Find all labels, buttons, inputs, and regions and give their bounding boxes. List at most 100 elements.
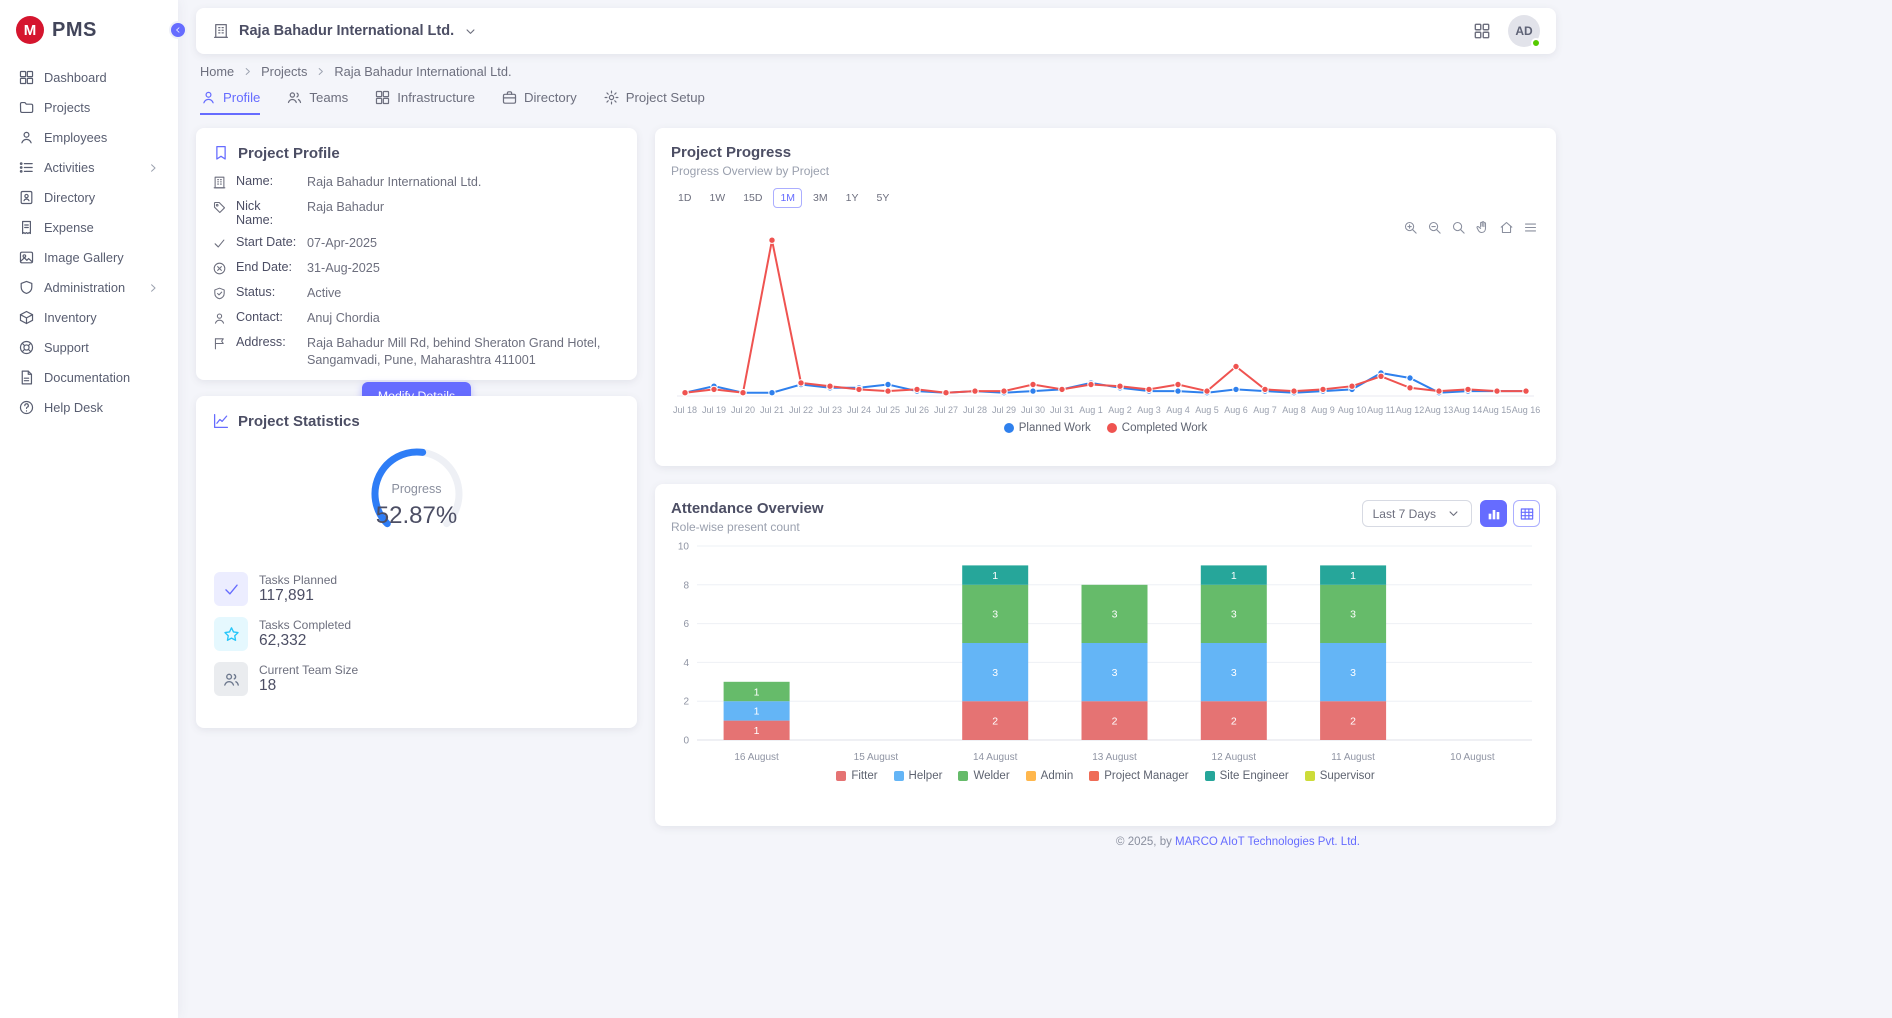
sidebar-item-directory[interactable]: Directory	[10, 184, 168, 211]
range-selector: 1D1W15D1M3M1Y5Y	[671, 188, 1540, 208]
range-button-3m[interactable]: 3M	[806, 188, 835, 208]
sidebar-item-image-gallery[interactable]: Image Gallery	[10, 244, 168, 271]
legend-item-planned-work[interactable]: Planned Work	[1004, 422, 1091, 434]
stat-value: 62,332	[259, 632, 351, 650]
legend-item-site-engineer[interactable]: Site Engineer	[1205, 770, 1289, 782]
sidebar-item-support[interactable]: Support	[10, 334, 168, 361]
zoom-out-icon[interactable]	[1427, 220, 1442, 235]
user-icon	[200, 89, 217, 106]
legend-item-admin[interactable]: Admin	[1026, 770, 1074, 782]
menu-icon[interactable]	[1523, 220, 1538, 235]
svg-text:3: 3	[992, 667, 998, 679]
stat-label: Current Team Size	[259, 663, 358, 677]
tab-directory[interactable]: Directory	[501, 89, 577, 115]
page-grid: Project Profile Name:Raja Bahadur Intern…	[196, 128, 1892, 848]
svg-text:8: 8	[683, 580, 689, 591]
building-icon	[212, 175, 227, 190]
card-header: Project Statistics	[212, 412, 621, 430]
sidebar-item-employees[interactable]: Employees	[10, 124, 168, 151]
range-button-1y[interactable]: 1Y	[839, 188, 866, 208]
stat-current-team-size: Current Team Size18	[214, 662, 619, 696]
tab-label: Teams	[309, 90, 348, 105]
legend-item-supervisor[interactable]: Supervisor	[1305, 770, 1375, 782]
app-logo[interactable]: M PMS	[0, 0, 178, 56]
breadcrumb: HomeProjectsRaja Bahadur International L…	[200, 64, 1892, 79]
bar-chart-view-toggle[interactable]	[1480, 500, 1507, 527]
chevron-right-icon	[314, 65, 327, 78]
footer-company-link[interactable]: MARCO AIoT Technologies Pvt. Ltd.	[1175, 836, 1360, 848]
legend-item-project-manager[interactable]: Project Manager	[1089, 770, 1188, 782]
sidebar-collapse-button[interactable]	[169, 21, 187, 39]
grid-icon	[374, 89, 391, 106]
svg-text:Aug 16: Aug 16	[1512, 405, 1540, 415]
legend-item-welder[interactable]: Welder	[958, 770, 1009, 782]
tab-teams[interactable]: Teams	[286, 89, 348, 115]
svg-text:Jul 21: Jul 21	[760, 405, 784, 415]
legend-label: Supervisor	[1320, 770, 1375, 782]
legend-marker	[958, 771, 968, 781]
chevron-right-icon	[146, 281, 160, 295]
svg-text:2: 2	[1231, 715, 1237, 727]
table-icon	[1519, 506, 1535, 522]
zoom-in-icon[interactable]	[1403, 220, 1418, 235]
apps-grid-icon[interactable]	[1472, 21, 1492, 41]
range-button-1w[interactable]: 1W	[702, 188, 732, 208]
sidebar-item-activities[interactable]: Activities	[10, 154, 168, 181]
date-range-select[interactable]: Last 7 Days	[1362, 500, 1472, 527]
sidebar-item-label: Dashboard	[44, 70, 160, 85]
field-label: Address:	[236, 335, 298, 349]
sidebar-item-expense[interactable]: Expense	[10, 214, 168, 241]
user-avatar[interactable]: AD	[1508, 15, 1540, 47]
tab-profile[interactable]: Profile	[200, 89, 260, 115]
sidebar-item-projects[interactable]: Projects	[10, 94, 168, 121]
sidebar-item-documentation[interactable]: Documentation	[10, 364, 168, 391]
breadcrumb-item-home[interactable]: Home	[200, 64, 234, 79]
sidebar-item-help-desk[interactable]: Help Desk	[10, 394, 168, 421]
legend-label: Welder	[973, 770, 1009, 782]
sidebar-item-administration[interactable]: Administration	[10, 274, 168, 301]
svg-text:2: 2	[1112, 715, 1118, 727]
sidebar-item-label: Support	[44, 340, 160, 355]
tab-infrastructure[interactable]: Infrastructure	[374, 89, 475, 115]
pms-app: M PMS Dashboard Projects Employees Activiti…	[0, 0, 1892, 1018]
company-name: Raja Bahadur International Ltd.	[239, 23, 454, 39]
field-value: Raja Bahadur	[307, 199, 621, 216]
selection-zoom-icon[interactable]	[1451, 220, 1466, 235]
attendance-chart[interactable]: 024681011116 August15 August233114 Augus…	[671, 536, 1540, 768]
profile-field-end-date: End Date:31-Aug-2025	[212, 260, 621, 277]
legend-item-helper[interactable]: Helper	[894, 770, 943, 782]
sidebar-item-dashboard[interactable]: Dashboard	[10, 64, 168, 91]
breadcrumb-item-projects[interactable]: Projects	[261, 64, 307, 79]
legend-item-completed-work[interactable]: Completed Work	[1107, 422, 1207, 434]
svg-text:3: 3	[1231, 609, 1237, 621]
left-column: Project Profile Name:Raja Bahadur Intern…	[196, 128, 637, 848]
range-button-1m[interactable]: 1M	[773, 188, 802, 208]
sidebar-item-inventory[interactable]: Inventory	[10, 304, 168, 331]
range-button-15d[interactable]: 15D	[736, 188, 769, 208]
range-button-1d[interactable]: 1D	[671, 188, 698, 208]
folder-icon	[18, 99, 35, 116]
svg-text:Jul 26: Jul 26	[905, 405, 929, 415]
copyright-text: © 2025, by	[1116, 836, 1172, 848]
range-button-5y[interactable]: 5Y	[869, 188, 896, 208]
svg-text:2: 2	[992, 715, 998, 727]
svg-text:12 August: 12 August	[1212, 752, 1257, 763]
svg-text:3: 3	[1350, 667, 1356, 679]
image-icon	[18, 249, 35, 266]
profile-fields: Name:Raja Bahadur International Ltd.Nick…	[212, 174, 621, 369]
company-selector[interactable]: Raja Bahadur International Ltd.	[212, 22, 478, 40]
profile-field-start-date: Start Date:07-Apr-2025	[212, 235, 621, 252]
table-view-toggle[interactable]	[1513, 500, 1540, 527]
field-label: Nick Name:	[236, 199, 298, 227]
stat-value: 117,891	[259, 587, 337, 605]
pms-logo-icon: M	[16, 16, 44, 44]
legend-item-fitter[interactable]: Fitter	[836, 770, 877, 782]
home-icon[interactable]	[1499, 220, 1514, 235]
tab-project-setup[interactable]: Project Setup	[603, 89, 705, 115]
svg-text:15 August: 15 August	[854, 752, 899, 763]
legend-marker	[836, 771, 846, 781]
svg-text:1: 1	[1350, 570, 1356, 582]
pan-icon[interactable]	[1475, 220, 1490, 235]
project-progress-chart[interactable]: Jul 18Jul 19Jul 20Jul 21Jul 22Jul 23Jul …	[671, 220, 1540, 420]
svg-text:Jul 23: Jul 23	[818, 405, 842, 415]
